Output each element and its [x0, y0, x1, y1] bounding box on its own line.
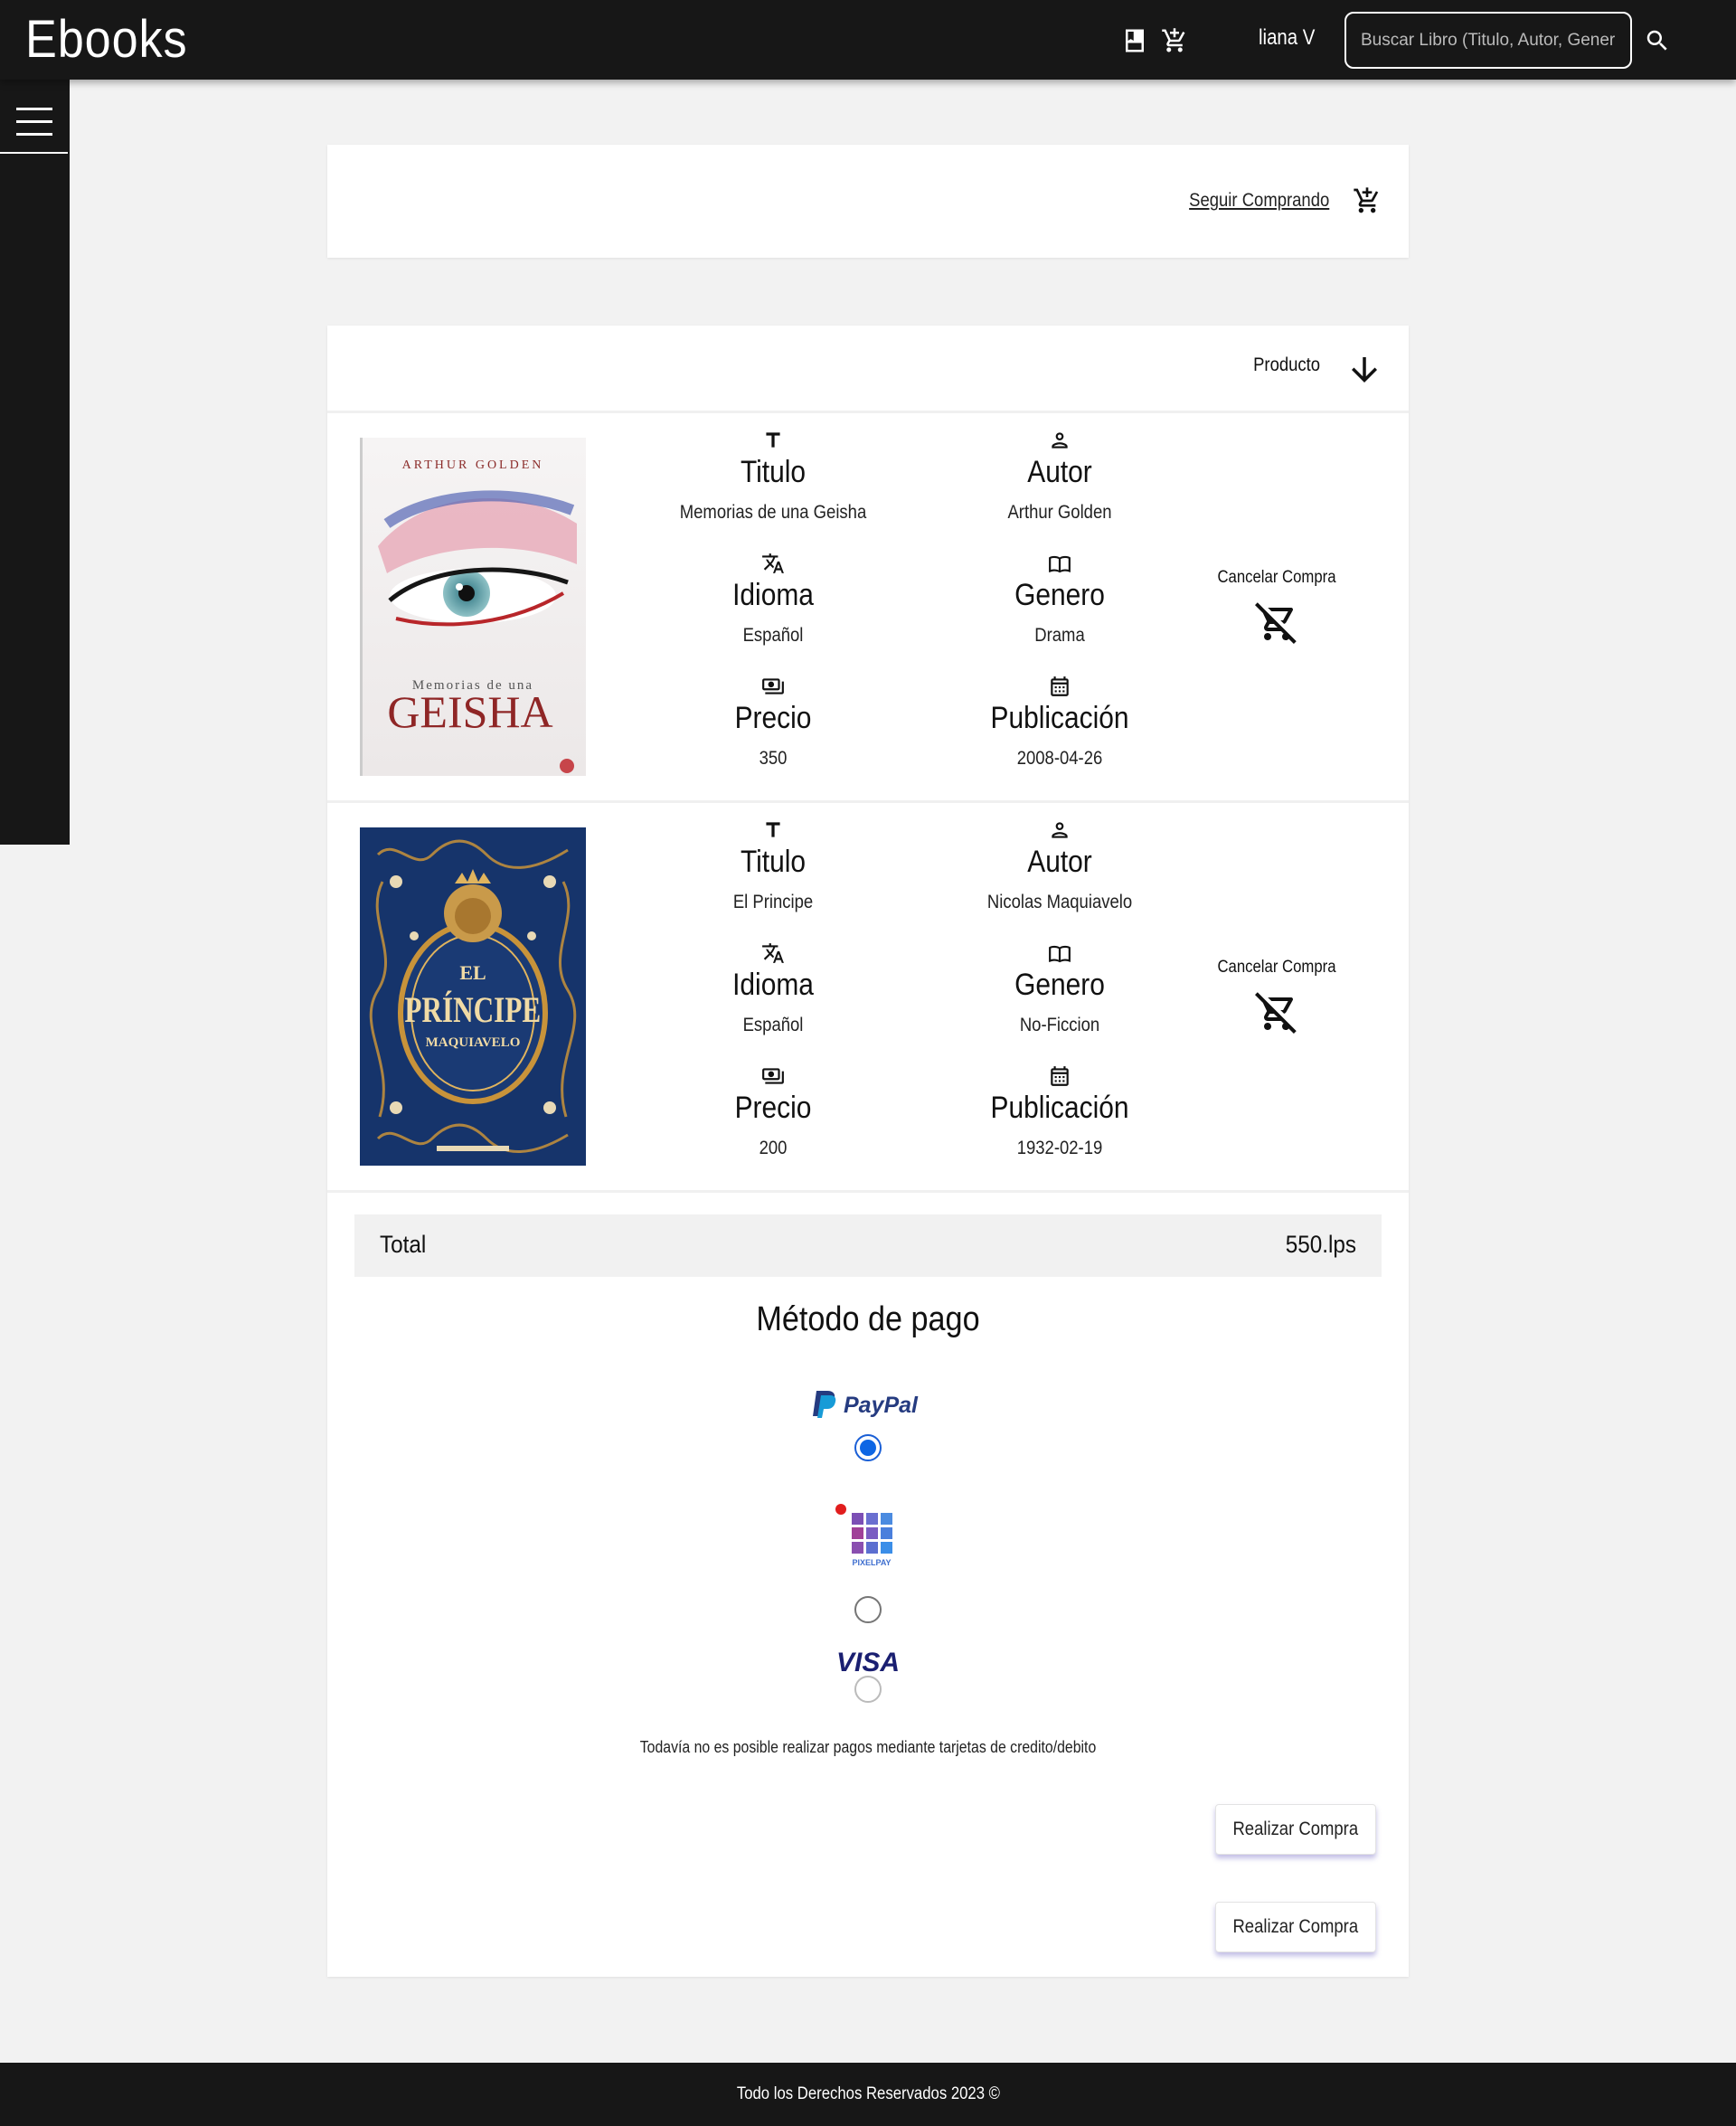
- book-author: Arthur Golden: [1007, 502, 1112, 523]
- book-genre: Drama: [1034, 625, 1085, 646]
- payment-radio-paypal[interactable]: [854, 1434, 882, 1461]
- field-published: Publicación 1932-02-19: [924, 1064, 1195, 1162]
- calendar-icon: [1051, 676, 1069, 696]
- field-published-label: Publicación: [990, 1091, 1129, 1125]
- text-icon: [766, 822, 780, 837]
- menu-book-icon: [1049, 945, 1071, 963]
- search-icon[interactable]: [1644, 27, 1671, 54]
- book-title: Memorias de una Geisha: [679, 502, 867, 523]
- arrow-down-icon[interactable]: [1345, 351, 1383, 389]
- make-purchase-label: Realizar Compra: [1232, 1916, 1359, 1937]
- book-icon[interactable]: [1121, 27, 1148, 54]
- pixelpay-logo[interactable]: PIXELPAY: [835, 1504, 901, 1576]
- cover-title-text: PRÍNCIPE: [404, 989, 541, 1030]
- field-genre-label: Genero: [1014, 578, 1105, 612]
- book-price: 350: [759, 748, 788, 769]
- field-genre: Genero Drama: [924, 552, 1195, 649]
- total-bar: Total 550.lps: [354, 1214, 1382, 1277]
- top-navbar: Ebooks liana V: [0, 0, 1736, 80]
- pixelpay-text: PIXELPAY: [852, 1558, 891, 1567]
- cart-item: ARTHUR GOLDEN Memorias de una GEISHA Tit…: [327, 416, 1409, 803]
- book-published: 1932-02-19: [1016, 1138, 1103, 1158]
- translate-icon: [762, 553, 784, 573]
- field-title-label: Titulo: [740, 845, 807, 879]
- total-label: Total: [380, 1231, 427, 1258]
- cover-author-text: ARTHUR GOLDEN: [402, 458, 544, 472]
- payment-method-title: Método de pago: [756, 1300, 980, 1338]
- field-author-label: Autor: [1027, 845, 1092, 879]
- cart-plus-icon[interactable]: [1353, 186, 1382, 215]
- remove-shopping-cart-icon[interactable]: [1255, 600, 1298, 644]
- book-published: 2008-04-26: [1016, 748, 1103, 769]
- field-price-label: Precio: [734, 701, 812, 735]
- field-published-label: Publicación: [990, 701, 1129, 735]
- field-title-label: Titulo: [740, 455, 807, 489]
- user-name[interactable]: liana V: [1259, 25, 1315, 51]
- person-icon: [1052, 432, 1068, 449]
- book-cover-geisha[interactable]: ARTHUR GOLDEN Memorias de una GEISHA: [360, 438, 586, 776]
- footer-text: Todo los Derechos Reservados 2023 ©: [736, 2084, 1000, 2103]
- cancel-purchase-button[interactable]: Cancelar Compra: [1204, 568, 1349, 644]
- brand-logo[interactable]: Ebooks: [25, 11, 188, 69]
- sidebar: [0, 80, 70, 845]
- cover-title-top-text: EL: [459, 961, 486, 984]
- paypal-text: PayPal: [844, 1393, 919, 1418]
- book-language: Español: [742, 625, 804, 646]
- field-title: Titulo Memorias de una Geisha: [637, 429, 909, 526]
- cancel-purchase-button[interactable]: Cancelar Compra: [1204, 958, 1349, 1034]
- payments-icon: [762, 1068, 784, 1084]
- payment-note: Todavía no es posible realizar pagos med…: [639, 1738, 1097, 1756]
- person-icon: [1052, 822, 1068, 838]
- payment-radio-pixelpay[interactable]: [854, 1596, 882, 1623]
- cover-author-text: MAQUIAVELO: [426, 1035, 521, 1050]
- cancel-purchase-label: Cancelar Compra: [1217, 958, 1336, 977]
- book-price: 200: [759, 1138, 788, 1158]
- field-author: Autor Nicolas Maquiavelo: [924, 818, 1195, 916]
- total-value: 550.lps: [1285, 1231, 1356, 1258]
- payments-icon: [762, 678, 784, 694]
- translate-icon: [762, 943, 784, 963]
- footer: Todo los Derechos Reservados 2023 ©: [0, 2063, 1736, 2126]
- cover-title-text: GEISHA: [387, 686, 552, 737]
- hamburger-menu-button[interactable]: [0, 90, 68, 154]
- continue-shopping-link[interactable]: Seguir Comprando: [1189, 190, 1329, 212]
- field-genre: Genero No-Ficcion: [924, 941, 1195, 1039]
- menu-book-icon: [1049, 555, 1071, 573]
- field-language: Idioma Español: [637, 552, 909, 649]
- field-language-label: Idioma: [732, 578, 814, 612]
- field-genre-label: Genero: [1014, 968, 1105, 1002]
- text-icon: [766, 432, 780, 448]
- field-language-label: Idioma: [732, 968, 814, 1002]
- field-price-label: Precio: [734, 1091, 812, 1125]
- make-purchase-button[interactable]: Realizar Compra: [1215, 1804, 1376, 1855]
- field-author-label: Autor: [1027, 455, 1092, 489]
- calendar-icon: [1051, 1066, 1069, 1086]
- cart-card: Producto ARTHUR GOLDEN Memorias de una G…: [327, 326, 1409, 1977]
- field-published: Publicación 2008-04-26: [924, 675, 1195, 772]
- cart-plus-icon[interactable]: [1161, 27, 1188, 54]
- make-purchase-label: Realizar Compra: [1232, 1819, 1359, 1839]
- field-title: Titulo El Principe: [637, 818, 909, 916]
- search-input[interactable]: [1344, 12, 1632, 69]
- field-price: Precio 200: [637, 1064, 909, 1162]
- book-cover-el-principe[interactable]: EL PRÍNCIPE MAQUIAVELO: [360, 827, 586, 1166]
- cart-header-card: Seguir Comprando: [327, 145, 1409, 258]
- cancel-purchase-label: Cancelar Compra: [1217, 568, 1336, 587]
- payment-radio-visa[interactable]: [854, 1676, 882, 1703]
- cart-item: EL PRÍNCIPE MAQUIAVELO Titulo El Princip…: [327, 806, 1409, 1193]
- paypal-logo[interactable]: PayPal: [809, 1389, 927, 1420]
- book-author: Nicolas Maquiavelo: [986, 892, 1133, 912]
- field-author: Autor Arthur Golden: [924, 429, 1195, 526]
- field-language: Idioma Español: [637, 941, 909, 1039]
- remove-shopping-cart-icon[interactable]: [1255, 990, 1298, 1034]
- book-language: Español: [742, 1015, 804, 1035]
- sort-label: Producto: [1253, 354, 1320, 375]
- make-purchase-button-secondary[interactable]: Realizar Compra: [1215, 1902, 1376, 1952]
- book-title: El Principe: [732, 892, 814, 912]
- visa-text: VISA: [836, 1648, 900, 1677]
- cart-list-header: Producto: [327, 326, 1409, 413]
- field-price: Precio 350: [637, 675, 909, 772]
- visa-logo[interactable]: VISA: [829, 1646, 907, 1677]
- book-genre: No-Ficcion: [1019, 1015, 1100, 1035]
